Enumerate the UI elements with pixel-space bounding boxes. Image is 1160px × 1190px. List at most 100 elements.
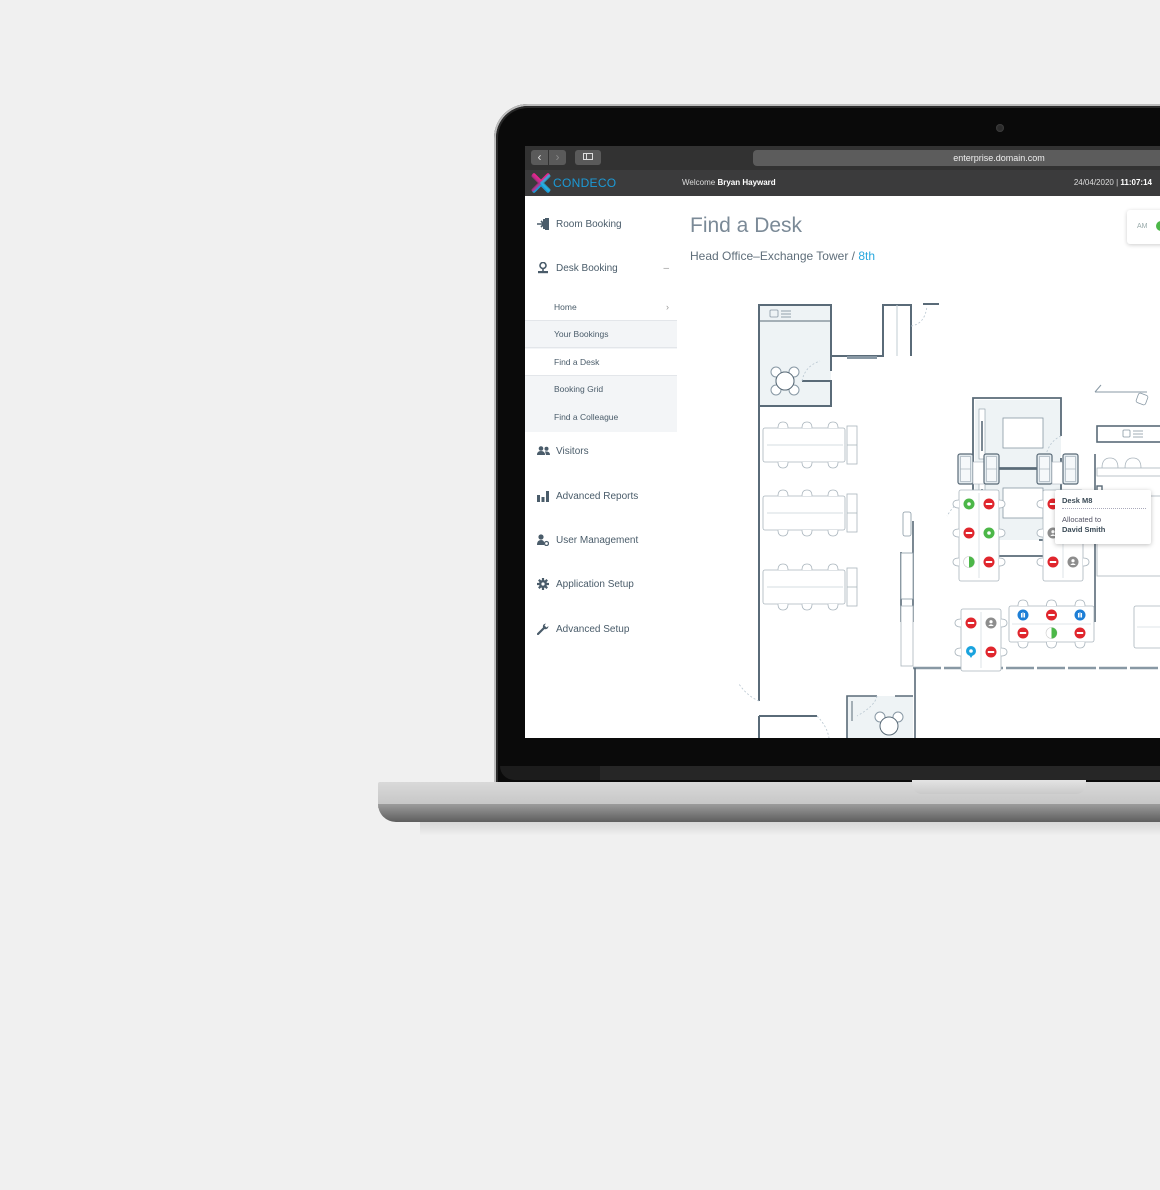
screen: ‹ › enterprise.domain.com CONDECO Welcom… [525, 146, 1160, 738]
url-text: enterprise.domain.com [953, 153, 1045, 163]
tooltip-divider [1062, 508, 1146, 509]
desk-status-partial-icon[interactable] [1045, 627, 1058, 639]
datetime-separator: | [1116, 178, 1119, 187]
bench-desk [762, 563, 858, 611]
am-label: AM [1137, 223, 1148, 230]
welcome-message: Welcome Bryan Hayward [682, 178, 776, 187]
laptop-base-lip [378, 804, 1160, 822]
bench-desk [762, 489, 858, 537]
desk-status-booked-icon[interactable] [1074, 627, 1086, 639]
desk-status-available-icon[interactable] [963, 498, 975, 510]
submenu-item-find-a-colleague[interactable]: Find a Colleague [525, 404, 677, 431]
desk-status-booked-icon[interactable] [965, 617, 977, 629]
bar-chart-icon [536, 489, 550, 503]
submenu-item-find-a-desk[interactable]: Find a Desk [525, 349, 677, 376]
chevron-left-icon: ‹ [537, 150, 542, 164]
desk-status-allocated-icon[interactable] [1067, 556, 1079, 568]
sidebar-item-label: Application Setup [556, 578, 634, 590]
desk-booking-submenu: Home › Your Bookings Find a Desk Booking … [525, 294, 677, 432]
desk-status-booked-icon[interactable] [1047, 556, 1059, 568]
chevron-right-icon: › [666, 302, 669, 312]
sidebar-item-application-setup[interactable]: Application Setup [525, 569, 677, 599]
am-toggle-indicator[interactable] [1156, 221, 1160, 231]
collapse-icon[interactable]: – [663, 263, 669, 274]
bench-desks-left [762, 421, 858, 611]
sidebar-item-label: Desk Booking [556, 262, 618, 274]
sidebar-item-advanced-reports[interactable]: Advanced Reports [525, 481, 677, 511]
desk-status-booked-icon[interactable] [985, 646, 997, 658]
datetime: 24/04/2020 | 11:07:14 [1074, 178, 1152, 187]
desk-status-visitor-icon[interactable] [1017, 609, 1029, 621]
camera-icon [996, 124, 1004, 132]
forward-button[interactable]: › [549, 150, 566, 165]
desk-status-booked-icon[interactable] [983, 498, 995, 510]
submenu-item-booking-grid[interactable]: Booking Grid [525, 376, 677, 403]
submenu-label: Your Bookings [554, 329, 609, 339]
am-pm-toggle[interactable]: AM [1127, 210, 1160, 244]
submenu-item-your-bookings[interactable]: Your Bookings [525, 321, 677, 348]
user-name[interactable]: Bryan Hayward [717, 178, 775, 187]
sidebar-item-label: Advanced Reports [556, 490, 639, 502]
back-button[interactable]: ‹ [531, 150, 548, 165]
bench-desk [762, 421, 858, 469]
desk-cluster-a [952, 489, 1006, 582]
tooltip-allocated-label: Allocated to [1062, 515, 1102, 524]
sidebar-toggle-button[interactable] [575, 150, 601, 165]
desk-tooltip: Desk M8 Allocated to David Smith [1055, 490, 1151, 544]
kitchen-room [758, 303, 939, 407]
sidebar-item-visitors[interactable]: Visitors [525, 436, 677, 466]
condeco-logo-icon [531, 173, 551, 193]
laptop-notch [912, 780, 1086, 794]
desk-cluster-e [1096, 457, 1160, 649]
laptop-bezel [500, 766, 1160, 780]
desk-status-allocated-icon[interactable] [985, 617, 997, 629]
laptop-shadow [420, 820, 1160, 836]
submenu-item-home[interactable]: Home › [525, 294, 677, 321]
desk-status-booked-icon[interactable] [983, 556, 995, 568]
date-text: 24/04/2020 [1073, 178, 1114, 187]
desk-booking-icon [536, 261, 550, 275]
desk-status-available-icon[interactable] [983, 527, 995, 539]
sidebar-item-label: Room Booking [556, 218, 622, 230]
sidebar-item-label: Advanced Setup [556, 623, 630, 635]
chevron-right-icon: › [555, 150, 560, 164]
desk-status-booked-icon[interactable] [1017, 627, 1029, 639]
sidebar-item-label: Visitors [556, 445, 589, 457]
desk-status-booked-icon[interactable] [963, 527, 975, 539]
floor-selector[interactable]: 8th [858, 249, 875, 263]
visitors-icon [536, 444, 550, 458]
desk-status-booked-icon[interactable] [1046, 609, 1057, 621]
submenu-label: Home [554, 302, 577, 312]
desk-status-visitor-icon[interactable] [1074, 609, 1086, 621]
building-name[interactable]: Head Office–Exchange Tower / [690, 249, 858, 263]
location-breadcrumb: Head Office–Exchange Tower / 8th [690, 249, 875, 263]
condeco-logo[interactable]: CONDECO [531, 173, 616, 193]
welcome-prefix: Welcome [682, 178, 716, 187]
time-text: 11:07:14 [1120, 178, 1152, 187]
sidebar-item-user-management[interactable]: User Management [525, 525, 677, 555]
sidebar-item-label: User Management [556, 534, 639, 546]
sidebar-item-room-booking[interactable]: Room Booking [525, 209, 677, 239]
sidebar-item-desk-booking[interactable]: Desk Booking – [525, 253, 677, 283]
sidebar: Room Booking Desk Booking – Home › Your B… [525, 196, 677, 738]
submenu-label: Find a Colleague [554, 412, 619, 422]
address-bar[interactable]: enterprise.domain.com [753, 150, 1160, 166]
gear-icon [536, 577, 550, 591]
floor-plan[interactable] [677, 196, 1160, 738]
user-gear-icon [536, 533, 550, 547]
sidebar-item-advanced-setup[interactable]: Advanced Setup [525, 614, 677, 644]
tooltip-desk-name: Desk M8 [1062, 496, 1093, 505]
submenu-label: Find a Desk [554, 357, 600, 367]
wrench-icon [536, 622, 550, 636]
desk-cluster-c [954, 608, 1008, 672]
logo-text: CONDECO [553, 176, 617, 190]
desk-status-partial-icon[interactable] [963, 556, 975, 568]
room-booking-icon [536, 217, 550, 231]
app-header: CONDECO Welcome Bryan Hayward 24/04/2020… [525, 170, 1160, 196]
desk-cluster-d [1008, 599, 1095, 649]
main-content: Find a Desk Head Office–Exchange Tower /… [677, 196, 1160, 738]
submenu-label: Booking Grid [554, 384, 604, 394]
browser-toolbar: ‹ › enterprise.domain.com [525, 146, 1160, 170]
sidebar-toggle-icon [583, 153, 593, 160]
tooltip-person: David Smith [1062, 525, 1106, 534]
